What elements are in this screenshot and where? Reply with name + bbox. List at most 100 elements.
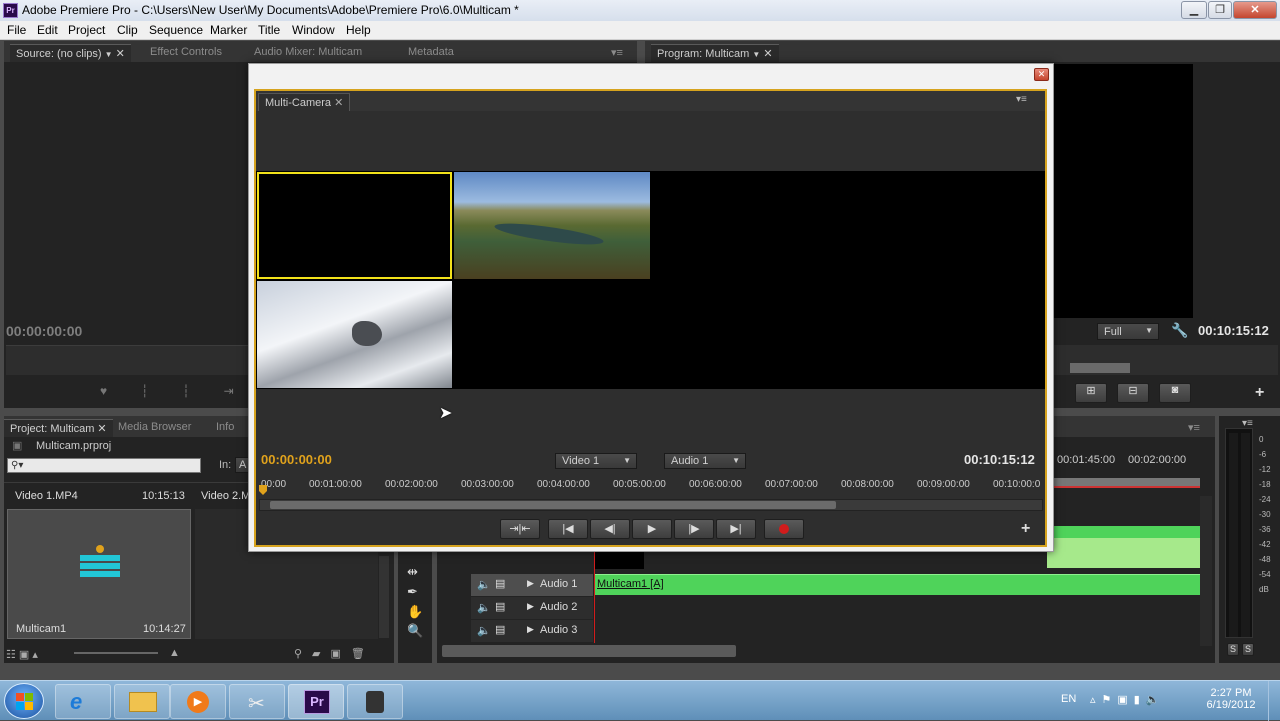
project-search-input[interactable]: ⚲▾ (7, 458, 201, 473)
close-tab-icon[interactable]: ✕ (97, 423, 106, 435)
zoom-dropdown[interactable]: Full ▼ (1097, 323, 1159, 340)
tab-media-browser[interactable]: Media Browser (112, 419, 197, 437)
speaker-icon[interactable]: 🔈 (477, 601, 491, 614)
expand-track-icon[interactable]: ▶ (527, 624, 534, 635)
source-transport-buttons[interactable]: ♥┆┆⇥ (100, 384, 268, 398)
solo-right-button[interactable]: S (1242, 643, 1254, 656)
menu-marker[interactable]: Marker (210, 23, 247, 37)
extract-button[interactable]: ⊟ (1117, 383, 1149, 403)
work-area-bar[interactable] (1047, 478, 1200, 488)
expand-track-icon[interactable]: ▶ (527, 578, 534, 589)
tab-effect-controls[interactable]: Effect Controls (144, 44, 228, 62)
step-forward-button[interactable]: |▶ (674, 519, 714, 539)
taskbar-app[interactable]: ✂ (229, 684, 285, 719)
close-tab-icon[interactable]: ✕ (763, 48, 772, 60)
language-indicator[interactable]: EN (1061, 693, 1076, 705)
list-view-icon[interactable]: ☷ ▣ ▴ (6, 648, 38, 661)
play-button[interactable]: ▶ (632, 519, 672, 539)
sync-lock-icon[interactable]: ▤ (495, 623, 505, 636)
close-window-button[interactable]: ✕ (1233, 1, 1277, 19)
go-to-out-point-button[interactable]: ▶| (716, 519, 756, 539)
close-tab-icon[interactable]: ✕ (116, 48, 125, 60)
menu-title[interactable]: Title (258, 23, 280, 37)
timeline-vertical-scrollbar[interactable] (1200, 496, 1212, 646)
camera-2-thumbnail[interactable] (454, 172, 650, 279)
playhead-marker[interactable] (259, 485, 267, 495)
taskbar-media-player[interactable]: ▶ (170, 684, 226, 719)
sync-lock-icon[interactable]: ▤ (495, 600, 505, 613)
zoom-slider[interactable] (74, 652, 158, 654)
menu-sequence[interactable]: Sequence (149, 23, 203, 37)
meter-tick: -12 (1259, 465, 1271, 474)
record-button[interactable] (764, 519, 804, 539)
video-source-dropdown[interactable]: Video 1 ▼ (555, 453, 637, 469)
start-button[interactable] (4, 683, 44, 719)
speaker-icon[interactable]: 🔈 (477, 578, 491, 591)
mc-current-timecode[interactable]: 00:00:00:00 (261, 452, 332, 467)
audio-source-dropdown[interactable]: Audio 1 ▼ (664, 453, 746, 469)
pen-tool-icon[interactable]: ✒ (407, 584, 418, 600)
automate-icon[interactable]: ▲ (169, 647, 180, 659)
tab-metadata[interactable]: Metadata (402, 44, 460, 62)
multi-camera-dialog: ✕ Multi-Camera ✕ ▾≡ ➤ 00:00:00:00 Video … (248, 63, 1054, 552)
mc-zoom-scrollbar[interactable] (259, 499, 1043, 511)
menu-clip[interactable]: Clip (117, 23, 138, 37)
tab-project[interactable]: Project: Multicam ✕ (4, 419, 113, 437)
project-action-icons[interactable]: ⚲▰▣🗑 (294, 647, 375, 660)
panel-menu-icon[interactable]: ▾≡ (605, 44, 629, 62)
lift-button[interactable]: ⊞ (1075, 383, 1107, 403)
show-desktop-button[interactable] (1268, 681, 1280, 721)
program-scrub-area[interactable] (1050, 345, 1278, 375)
tray-clock[interactable]: 2:27 PM 6/19/2012 (1206, 687, 1256, 711)
playhead-line[interactable] (594, 551, 595, 643)
expand-track-icon[interactable]: ▶ (527, 601, 534, 612)
solo-left-button[interactable]: S (1227, 643, 1239, 656)
tray-icons[interactable]: ▵⚑▣▮🔈 (1090, 693, 1166, 706)
audio-clip[interactable]: Multicam1 [A] (595, 574, 1200, 595)
dialog-close-button[interactable]: ✕ (1034, 68, 1049, 81)
sequence-thumbnail[interactable]: Multicam1 10:14:27 (7, 509, 191, 639)
minimize-button[interactable]: ▁ (1181, 1, 1207, 19)
maximize-button[interactable]: ❐ (1208, 1, 1232, 19)
taskbar-premiere-pro[interactable]: Pr (288, 684, 344, 719)
camera-3-thumbnail[interactable] (257, 281, 452, 388)
panel-menu-icon[interactable]: ▾≡ (1182, 419, 1206, 437)
go-to-in-point-button[interactable]: |◀ (548, 519, 588, 539)
camera-1-selected[interactable] (257, 172, 452, 279)
mc-scroll-thumb[interactable] (270, 501, 836, 509)
tab-source[interactable]: Source: (no clips) ▼ ✕ (10, 44, 131, 62)
taskbar-camera-app[interactable] (347, 684, 403, 719)
tab-audio-mixer[interactable]: Audio Mixer: Multicam (248, 44, 368, 62)
close-tab-icon[interactable]: ✕ (334, 97, 343, 109)
speaker-icon[interactable]: 🔈 (477, 624, 491, 637)
wrench-icon[interactable]: 🔧 (1171, 322, 1188, 339)
sync-lock-icon[interactable]: ▤ (495, 577, 505, 590)
add-button-icon[interactable]: + (1021, 520, 1030, 538)
menu-help[interactable]: Help (346, 23, 371, 37)
menu-window[interactable]: Window (292, 23, 335, 37)
hand-tool-icon[interactable]: ✋ (407, 604, 423, 620)
zoom-tool-icon[interactable]: 🔍 (407, 623, 423, 639)
panel-menu-icon[interactable]: ▾≡ (1016, 94, 1027, 105)
mc-time-ruler[interactable]: 00:00 00:01:00:00 00:02:00:00 00:03:00:0… (259, 477, 1043, 491)
tab-program[interactable]: Program: Multicam ▼ ✕ (651, 44, 779, 62)
taskbar-explorer[interactable] (114, 684, 170, 719)
add-button-icon[interactable]: + (1255, 384, 1264, 402)
tab-project-label: Project: Multicam (10, 423, 95, 435)
program-zoom-scrollbar[interactable] (1070, 363, 1130, 373)
slip-tool-icon[interactable]: ⇹ (407, 564, 418, 580)
export-frame-camera-icon[interactable]: ◙ (1159, 383, 1191, 403)
timeline-horizontal-scrollbar[interactable] (442, 645, 736, 657)
taskbar-internet-explorer[interactable]: e (55, 684, 111, 719)
menu-project[interactable]: Project (68, 23, 105, 37)
play-around-button[interactable]: ⇥|⇤ (500, 519, 540, 539)
menu-file[interactable]: File (7, 23, 26, 37)
project-scrollbar[interactable] (379, 556, 389, 638)
track-header-audio-3[interactable]: 🔈 ▤ ▶ Audio 3 (471, 620, 593, 642)
track-header-audio-2[interactable]: 🔈 ▤ ▶ Audio 2 (471, 597, 593, 619)
menu-edit[interactable]: Edit (37, 23, 58, 37)
step-back-button[interactable]: ◀| (590, 519, 630, 539)
tab-info[interactable]: Info (210, 419, 240, 437)
track-header-audio-1[interactable]: 🔈 ▤ ▶ Audio 1 (471, 574, 593, 596)
tab-multi-camera[interactable]: Multi-Camera ✕ (258, 93, 351, 111)
